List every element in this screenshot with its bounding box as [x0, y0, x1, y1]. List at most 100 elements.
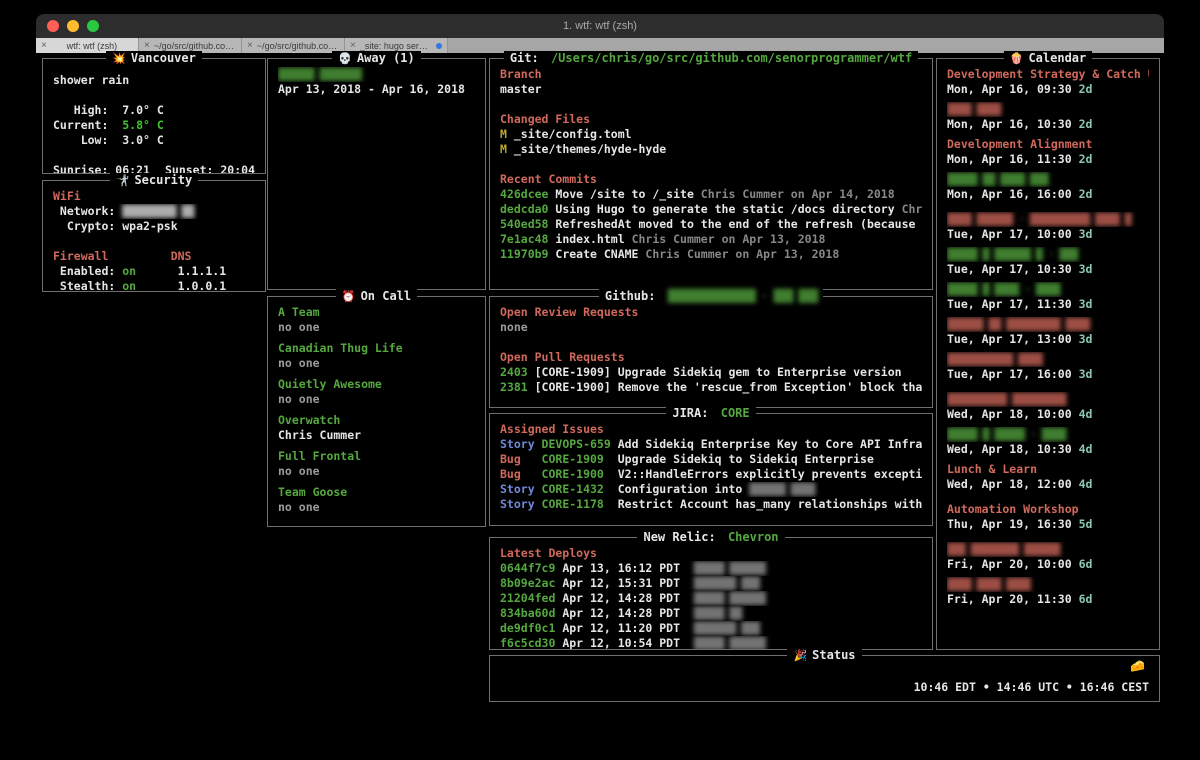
commit-message: RefreshedAt moved to the end of the refr… [548, 217, 922, 231]
panel-away-title: 💀Away (1) [268, 51, 485, 66]
traffic-lights [47, 20, 99, 32]
event-days-until: 3d [1079, 297, 1093, 311]
newrelic-header: Latest Deploys [500, 546, 922, 561]
calendar-title-text: Calendar [1028, 51, 1086, 66]
calendar-event: Automation WorkshopThu, Apr 19, 16:30 5d [947, 502, 1149, 532]
commit-hash: 7e1ac48 [500, 232, 548, 246]
issue-summary: Configuration into [618, 482, 750, 496]
window-title: 1. wtf: wtf (zsh) [36, 14, 1164, 38]
event-title: ██████ ██ █████████ ████ [947, 317, 1149, 332]
firewall-value: on [122, 264, 136, 278]
panel-status: 🎉Status 🧀 10:46 EDT • 14:46 UTC • 16:46 … [489, 655, 1160, 702]
event-title-redacted: ███ ████████ ██████ [947, 542, 1060, 556]
temp-label: Low: [53, 133, 122, 147]
team-name: A Team [278, 305, 475, 320]
team-person: no one [278, 356, 475, 371]
deploy-row: 21204fed Apr 12, 14:28 PDT █████ ██████ [500, 591, 922, 606]
minimize-button[interactable] [67, 20, 79, 32]
event-days-until: 6d [1079, 557, 1093, 571]
weather-icon: 💥 [112, 51, 126, 66]
weather-title-text: Vancouver [131, 51, 196, 66]
event-datetime: Mon, Apr 16, 09:30 [947, 82, 1079, 96]
team-name: Team Goose [278, 485, 475, 500]
event-title-text: Development Alignment [947, 137, 1092, 151]
jira-project: CORE [721, 406, 750, 421]
event-when: Tue, Apr 17, 16:00 3d [947, 367, 1149, 382]
event-datetime: Thu, Apr 19, 16:30 [947, 517, 1079, 531]
panel-jira: JIRA: CORE Assigned Issues Story DEVOPS-… [489, 413, 933, 526]
close-button[interactable] [47, 20, 59, 32]
event-title: ██████████ █████████ [947, 392, 1149, 407]
git-commits-header: Recent Commits [500, 172, 922, 187]
event-days-until: 2d [1079, 187, 1093, 201]
team-name: Canadian Thug Life [278, 341, 475, 356]
github-review-none: none [500, 320, 922, 335]
event-title-redacted: ████ ████ [947, 102, 1000, 116]
issue-summary: Restrict Account has_many relationships … [618, 497, 922, 511]
event-title: █████ ██ ████ ███ [947, 172, 1149, 187]
commit-meta: Chris Cummer on Apr 13, 2018 [625, 232, 826, 246]
deploy-hash: 0644f7c9 [500, 561, 555, 575]
event-datetime: Mon, Apr 16, 11:30 [947, 152, 1079, 166]
commit-meta: Chris Cummer [895, 202, 922, 216]
event-title-redacted: ███████████ ████ [947, 352, 1042, 366]
file-flag: M [500, 127, 514, 141]
issue-type: Story [500, 497, 542, 511]
event-datetime: Tue, Apr 17, 10:30 [947, 262, 1079, 276]
deploy-hash: 21204fed [500, 591, 555, 605]
commit-hash: 11970b9 [500, 247, 548, 261]
panel-newrelic: New Relic: Chevron Latest Deploys 0644f7… [489, 537, 933, 650]
event-title-redacted: ████ ████ ████ [947, 577, 1030, 591]
event-title-text: Automation Workshop [947, 502, 1079, 516]
github-title-prefix: Github: [605, 289, 663, 304]
firewall-row: Enabled: on 1.1.1.1 [53, 264, 255, 279]
security-title-text: Security [134, 173, 192, 188]
panel-github: Github: ██████████████ · ███ ███ Open Re… [489, 296, 933, 408]
commit-hash: 540ed58 [500, 217, 548, 231]
issue-summary-redacted: ██████ ████ [749, 482, 814, 496]
github-pr-header: Open Pull Requests [500, 350, 922, 365]
event-title: █████ █ █████ · ████ [947, 427, 1149, 442]
event-title-redacted: █████ █ █████ · ████ [947, 427, 1065, 441]
event-title-redacted: █████ ██ ████ ███ [947, 172, 1048, 186]
window-titlebar[interactable]: 1. wtf: wtf (zsh) [36, 14, 1164, 38]
calendar-event: Development Strategy & Catch UpMon, Apr … [947, 67, 1149, 97]
deploy-time: Apr 12, 14:28 PDT [555, 606, 693, 620]
calendar-event: ██████████ █████████Wed, Apr 18, 10:00 4… [947, 392, 1149, 422]
oncall-team: Team Gooseno one [278, 485, 475, 515]
commit-message: Create CNAME [548, 247, 638, 261]
event-datetime: Tue, Apr 17, 10:00 [947, 227, 1079, 241]
weather-temp-row: Low: 3.0° C [53, 133, 255, 148]
oncall-team: Quietly Awesomeno one [278, 377, 475, 407]
issue-summary: Upgrade Sidekiq to Sidekiq Enterprise [618, 452, 874, 466]
commit-row: 426dcee Move /site to /_site Chris Cumme… [500, 187, 922, 202]
tab-label: _site: hugo server (zsh) [360, 41, 432, 51]
event-days-until: 2d [1079, 82, 1093, 96]
pr-number: 2403 [500, 365, 528, 379]
away-title-text: Away (1) [357, 51, 415, 66]
party-popper-icon: 🎉 [793, 648, 807, 663]
zoom-button[interactable] [87, 20, 99, 32]
panel-oncall-title: ⏰On Call [268, 289, 485, 304]
oncall-team: OverwatchChris Cummer [278, 413, 475, 443]
calendar-event: ███████████ ████Tue, Apr 17, 16:00 3d [947, 352, 1149, 382]
tab-label: wtf: wtf (zsh) [51, 41, 133, 51]
deploy-hash: de9df0c1 [500, 621, 555, 635]
event-days-until: 3d [1079, 262, 1093, 276]
event-datetime: Wed, Apr 18, 10:00 [947, 407, 1079, 421]
panel-status-title: 🎉Status [490, 648, 1159, 663]
issue-key: CORE-1909 [542, 452, 618, 466]
team-person: no one [278, 320, 475, 335]
event-title-redacted: █████ █ ████ · ████ [947, 282, 1060, 296]
deploy-row: 8b09e2ac Apr 12, 15:31 PDT ███████ ███ [500, 576, 922, 591]
event-title: █████ █ ████ · ████ [947, 282, 1149, 297]
pull-request-row: 2403 [CORE-1909] Upgrade Sidekiq gem to … [500, 365, 922, 380]
event-title: ███████████ ████ [947, 352, 1149, 367]
event-days-until: 4d [1079, 407, 1093, 421]
event-title-text: Lunch & Learn [947, 462, 1037, 476]
event-datetime: Fri, Apr 20, 11:30 [947, 592, 1079, 606]
sunset-time: Sunset: 20:04 [165, 163, 255, 173]
calendar-event: Lunch & LearnWed, Apr 18, 12:00 4d [947, 462, 1149, 492]
panel-calendar-title: 🍿Calendar [937, 51, 1159, 66]
event-datetime: Mon, Apr 16, 16:00 [947, 187, 1079, 201]
